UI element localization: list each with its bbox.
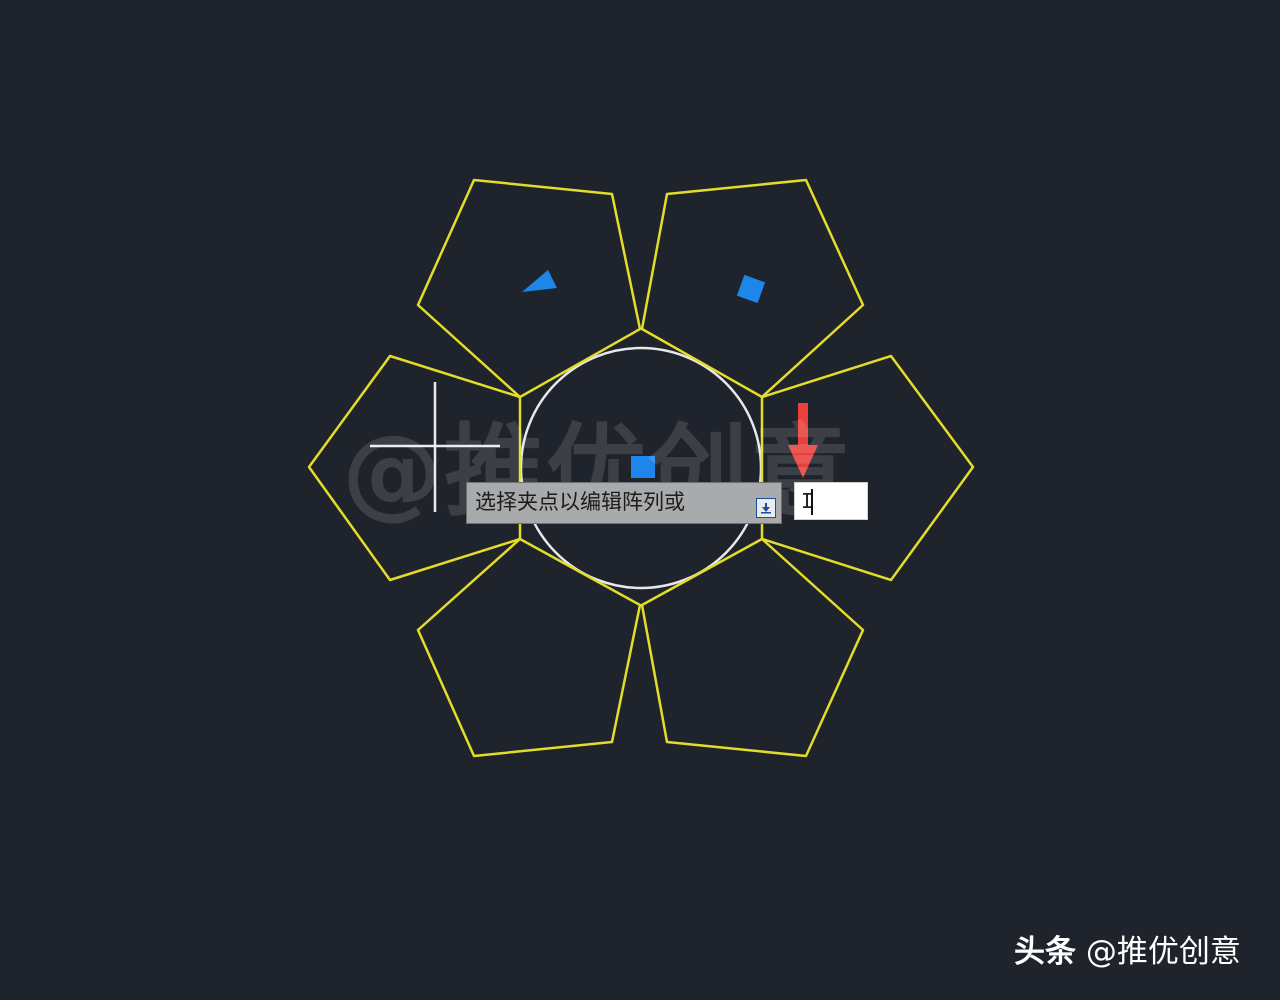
array-pentagon-bottom-right[interactable] bbox=[640, 537, 865, 758]
cad-drawing-canvas[interactable]: @推优创意 选择夹点以编辑阵列或 I 头条 @推优创意 bbox=[0, 0, 1280, 1000]
grip-triangle-icon[interactable] bbox=[522, 270, 557, 292]
array-pentagon-left[interactable] bbox=[307, 354, 522, 582]
grip-square-icon[interactable] bbox=[736, 274, 766, 304]
footer-brand: 头条 @推优创意 bbox=[1014, 934, 1241, 970]
arrow-down-icon bbox=[761, 503, 771, 514]
prompt-text: 选择夹点以编辑阵列或 bbox=[475, 490, 685, 514]
platform-name: 头条 bbox=[1014, 934, 1076, 970]
red-arrow-icon bbox=[788, 403, 818, 478]
dynamic-input-tooltip: 选择夹点以编辑阵列或 bbox=[466, 482, 782, 524]
grip-base-point-icon[interactable] bbox=[631, 456, 655, 478]
text-caret bbox=[811, 489, 813, 515]
options-dropdown-button[interactable] bbox=[756, 498, 776, 518]
array-pentagon-bottom-left[interactable] bbox=[416, 537, 642, 758]
account-name: @推优创意 bbox=[1085, 934, 1241, 970]
command-input-field[interactable]: I bbox=[794, 482, 868, 520]
array-pentagon-right[interactable] bbox=[760, 354, 975, 582]
